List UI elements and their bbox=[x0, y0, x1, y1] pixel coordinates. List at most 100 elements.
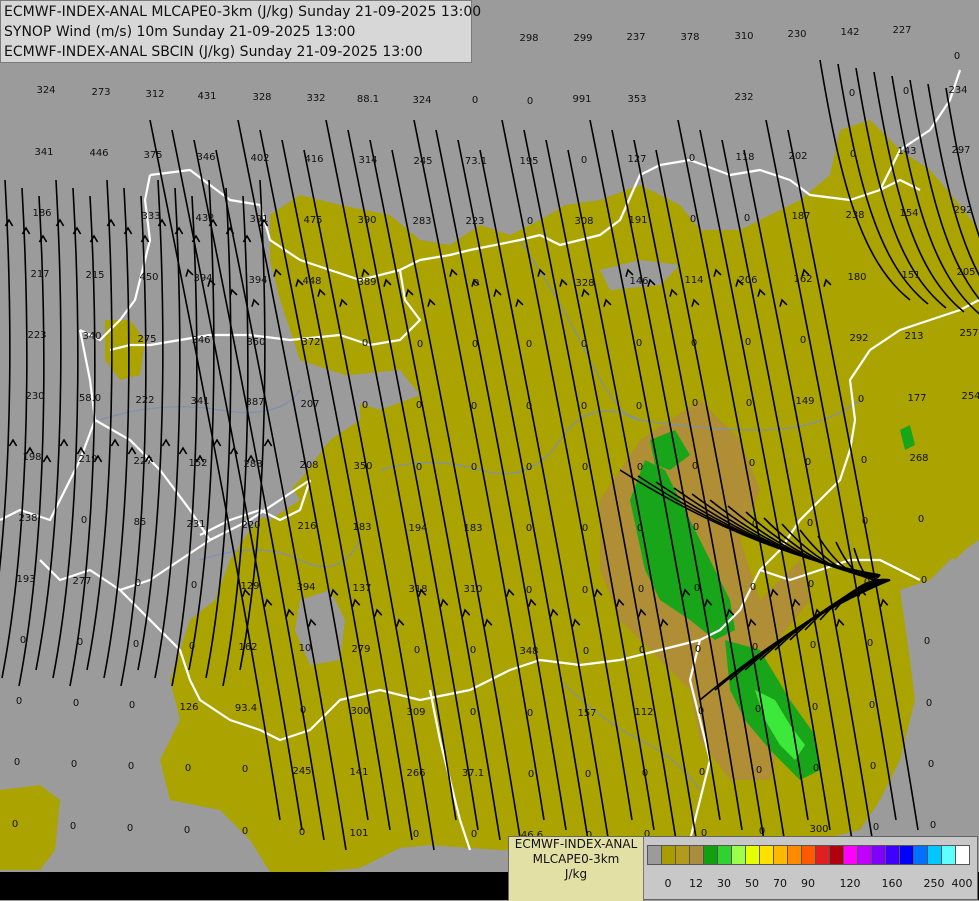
cin-value-label: 0 bbox=[129, 700, 135, 711]
cin-value-label: 0 bbox=[414, 645, 420, 656]
cin-value-label: 0 bbox=[70, 821, 76, 832]
cin-value-label: 257 bbox=[959, 328, 978, 339]
cin-value-label: 0 bbox=[808, 579, 814, 590]
cin-value-label: 312 bbox=[145, 89, 164, 100]
cin-value-label: 0 bbox=[77, 637, 83, 648]
cin-value-label: 220 bbox=[241, 520, 260, 531]
cin-value-label: 208 bbox=[299, 460, 318, 471]
legend-swatch bbox=[871, 845, 886, 865]
cin-value-label: 308 bbox=[574, 216, 593, 227]
legend-swatch bbox=[661, 845, 676, 865]
cin-value-label: 0 bbox=[903, 86, 909, 97]
title-line-cape: ECMWF-INDEX-ANAL MLCAPE0-3km (J/kg) Sund… bbox=[4, 4, 482, 20]
cin-value-label: 152 bbox=[188, 458, 207, 469]
cin-value-label: 394 bbox=[296, 582, 315, 593]
cin-value-label: 162 bbox=[793, 274, 812, 285]
cin-value-label: 207 bbox=[300, 399, 319, 410]
cin-value-label: 273 bbox=[91, 87, 110, 98]
cin-value-label: 0 bbox=[184, 825, 190, 836]
cin-value-label: 129 bbox=[240, 581, 259, 592]
legend-swatch bbox=[843, 845, 858, 865]
cin-value-label: 0 bbox=[812, 702, 818, 713]
legend-tick-label: 50 bbox=[745, 877, 759, 890]
cin-value-label: 0 bbox=[527, 96, 533, 107]
cin-value-label: 0 bbox=[746, 398, 752, 409]
cin-value-label: 0 bbox=[873, 822, 879, 833]
cin-value-label: 58.0 bbox=[79, 393, 101, 404]
cin-value-label: 378 bbox=[680, 32, 699, 43]
cin-value-label: 0 bbox=[926, 698, 932, 709]
legend-swatch bbox=[801, 845, 816, 865]
cin-value-label: 310 bbox=[463, 584, 482, 595]
cin-value-label: 245 bbox=[292, 766, 311, 777]
cin-value-label: 0 bbox=[693, 522, 699, 533]
cin-value-label: 0 bbox=[870, 761, 876, 772]
cin-value-label: 0 bbox=[73, 698, 79, 709]
cin-value-label: 0 bbox=[810, 640, 816, 651]
legend-swatch bbox=[703, 845, 718, 865]
cin-value-label: 350 bbox=[246, 337, 265, 348]
cin-value-label: 0 bbox=[850, 149, 856, 160]
cin-value-label: 288 bbox=[243, 459, 262, 470]
cin-value-label: 372 bbox=[301, 337, 320, 348]
cin-value-label: 0 bbox=[133, 639, 139, 650]
legend-swatch bbox=[955, 845, 970, 865]
cin-value-label: 0 bbox=[921, 575, 927, 586]
cin-value-label: 0 bbox=[745, 337, 751, 348]
cin-value-label: 0 bbox=[691, 338, 697, 349]
legend-swatch bbox=[787, 845, 802, 865]
cin-value-label: 234 bbox=[948, 85, 967, 96]
cin-value-label: 0 bbox=[526, 585, 532, 596]
cin-value-label: 389 bbox=[357, 277, 376, 288]
legend-swatch bbox=[829, 845, 844, 865]
cin-value-label: 0 bbox=[752, 642, 758, 653]
cin-value-label: 328 bbox=[575, 278, 594, 289]
legend-swatch bbox=[759, 845, 774, 865]
cin-value-label: 0 bbox=[185, 763, 191, 774]
cin-value-label: 146 bbox=[629, 276, 648, 287]
cin-value-label: 0 bbox=[750, 582, 756, 593]
cin-value-label: 475 bbox=[303, 215, 322, 226]
cin-value-label: 0 bbox=[585, 769, 591, 780]
cin-value-label: 0 bbox=[582, 523, 588, 534]
cin-value-label: 0 bbox=[639, 645, 645, 656]
cin-value-label: 310 bbox=[734, 31, 753, 42]
cin-value-label: 314 bbox=[358, 155, 377, 166]
cin-value-label: 0 bbox=[869, 700, 875, 711]
cin-value-label: 227 bbox=[892, 25, 911, 36]
cin-value-label: 0 bbox=[416, 462, 422, 473]
cin-value-label: 0 bbox=[807, 518, 813, 529]
cin-value-label: 0 bbox=[924, 636, 930, 647]
cin-value-label: 0 bbox=[918, 514, 924, 525]
cin-value-label: 0 bbox=[698, 706, 704, 717]
cin-value-label: 157 bbox=[577, 708, 596, 719]
cin-value-label: 298 bbox=[519, 33, 538, 44]
cin-value-label: 0 bbox=[581, 339, 587, 350]
title-line-wind: SYNOP Wind (m/s) 10m Sunday 21-09-2025 1… bbox=[4, 24, 356, 40]
cin-value-label: 0 bbox=[582, 462, 588, 473]
cin-value-label: 266 bbox=[406, 768, 425, 779]
cin-value-label: 141 bbox=[349, 767, 368, 778]
cin-value-label: 0 bbox=[694, 583, 700, 594]
cin-value-label: 213 bbox=[904, 331, 923, 342]
cin-value-label: 0 bbox=[642, 768, 648, 779]
cin-value-label: 0 bbox=[862, 516, 868, 527]
legend-swatch bbox=[913, 845, 928, 865]
cin-value-label: 279 bbox=[351, 644, 370, 655]
cin-value-label: 127 bbox=[627, 154, 646, 165]
cin-value-label: 448 bbox=[302, 276, 321, 287]
legend-swatch bbox=[899, 845, 914, 865]
cin-value-label: 324 bbox=[36, 85, 55, 96]
cin-value-label: 230 bbox=[787, 29, 806, 40]
cin-value-label: 0 bbox=[527, 708, 533, 719]
cin-value-label: 0 bbox=[636, 401, 642, 412]
cin-value-label: 394 bbox=[248, 275, 267, 286]
legend-swatch bbox=[857, 845, 872, 865]
cin-value-label: 177 bbox=[907, 393, 926, 404]
cin-value-label: 198 bbox=[22, 452, 41, 463]
cin-value-label: 300 bbox=[809, 824, 828, 835]
legend-tick-label: 120 bbox=[839, 877, 861, 890]
cin-value-label: 0 bbox=[800, 335, 806, 346]
cin-value-label: 137 bbox=[352, 583, 371, 594]
cin-value-label: 0 bbox=[473, 278, 479, 289]
